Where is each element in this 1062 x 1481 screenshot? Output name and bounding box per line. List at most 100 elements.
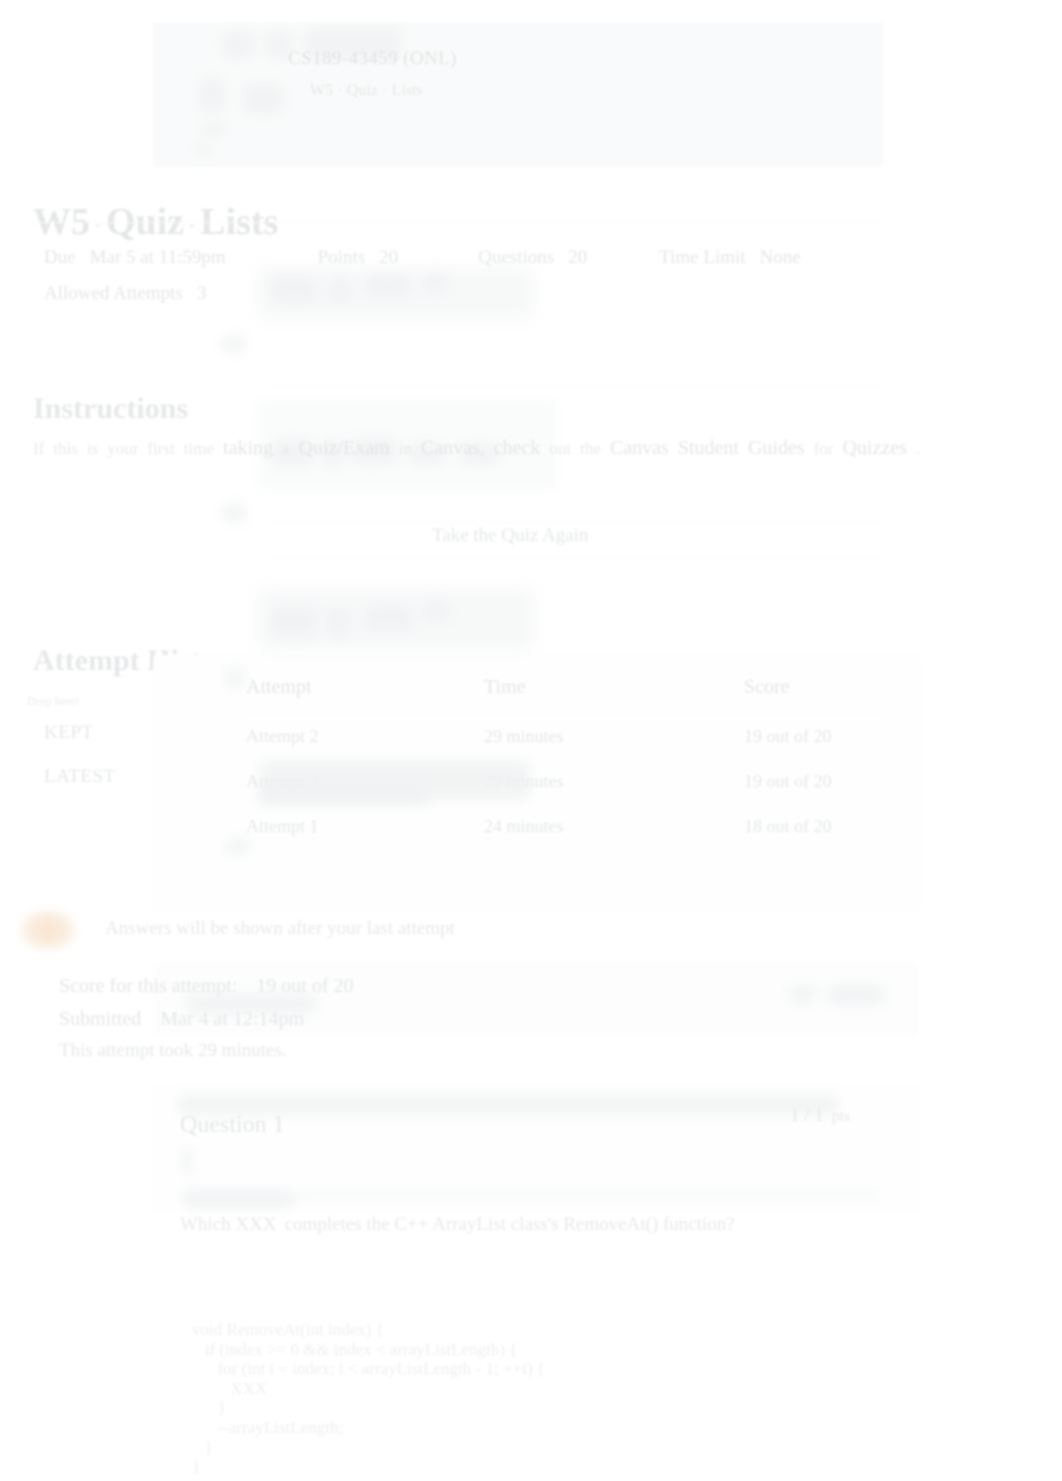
- questions-label: Questions: [478, 247, 555, 268]
- allowed-attempts-label: Allowed Attempts: [44, 283, 183, 304]
- cell-time: 24 minutes: [484, 816, 564, 836]
- instructions-word: your: [107, 439, 139, 458]
- allowed-attempts-meta: Allowed Attempts 3: [44, 283, 206, 305]
- attempt-duration-text: This attempt took 29 minutes.: [59, 1040, 287, 1061]
- questions-value: 20: [568, 247, 588, 268]
- column-header-attempt: Attempt: [246, 676, 312, 698]
- points-label: Points: [317, 247, 366, 268]
- question-code-block: void RemoveAt(int index) { if (index >= …: [192, 1320, 545, 1477]
- instructions-heading: Instructions: [33, 391, 189, 425]
- breadcrumb-part-1: W5: [310, 82, 334, 99]
- instructions-word: the: [580, 439, 601, 458]
- instructions-divider: [268, 385, 881, 386]
- points-meta: Points 20: [318, 247, 399, 269]
- take-quiz-again-button[interactable]: Take the Quiz Again: [432, 525, 588, 547]
- question-points: 1 / 1 pts: [790, 1105, 850, 1127]
- history-smudge-1: [272, 608, 316, 636]
- instructions-word: If: [33, 439, 45, 458]
- breadcrumb-part-2: Quiz: [346, 82, 378, 99]
- instructions-word: check: [493, 437, 541, 459]
- column-header-time: Time: [484, 676, 526, 698]
- instructions-word: is: [86, 439, 99, 458]
- cell-time: 29 minutes: [484, 726, 564, 746]
- instructions-word: out: [549, 439, 572, 458]
- warning-icon: [18, 908, 78, 952]
- breadcrumb-part-3: Lists: [391, 82, 423, 99]
- drop-here-label: Drop here!: [27, 694, 80, 708]
- column-header-score: Score: [744, 676, 790, 698]
- instructions-word[interactable]: Quizzes: [842, 437, 906, 459]
- meta-smudge-2: [330, 278, 350, 302]
- breadcrumb-separator-2: -: [382, 84, 387, 96]
- cell-score: 19 out of 20: [744, 771, 832, 791]
- instructions-word: taking: [223, 437, 274, 459]
- latest-badge: LATEST: [44, 766, 116, 787]
- history-smudge-2: [328, 608, 348, 636]
- quiz-meta-row: Due Mar 5 at 11:59pm Points 20 Questions 20 Ti…: [44, 247, 1004, 269]
- question-status-smudge: [182, 1146, 192, 1176]
- cell-score: 18 out of 20: [744, 816, 832, 836]
- attempt-submitted-label: Submitted: [59, 1008, 142, 1030]
- summary-smudge-2: [790, 985, 816, 1003]
- question-title: Question 1: [180, 1112, 285, 1138]
- cell-attempt[interactable]: Attempt 1: [246, 804, 484, 849]
- cell-attempt[interactable]: Attempt 2: [246, 714, 484, 760]
- nav-smudge-5: [243, 84, 283, 114]
- instructions-word: Canvas,: [420, 437, 485, 459]
- due-value: Mar 5 at 11:59pm: [89, 247, 226, 268]
- nav-smudge-4: [200, 78, 224, 112]
- instructions-word: .: [915, 439, 921, 458]
- attempt-history-header-row: Attempt Time Score: [246, 676, 886, 714]
- instructions-word: a: [282, 439, 290, 458]
- history-smudge-5: [226, 668, 244, 688]
- due-meta: Due Mar 5 at 11:59pm: [44, 247, 226, 269]
- instructions-word[interactable]: Guides: [748, 437, 805, 459]
- nav-smudge-1: [222, 32, 254, 58]
- title-divider: [33, 222, 881, 223]
- history-smudge-3: [366, 606, 412, 630]
- allowed-attempts-value: 3: [196, 283, 207, 304]
- instructions-text: If this is your first time taking a Quiz/Exam in C…: [33, 437, 1043, 460]
- question-prompt: Which XXX completes the C++ ArrayList cla…: [180, 1214, 735, 1236]
- nav-smudge-6: [203, 122, 225, 136]
- instructions-word[interactable]: Canvas: [610, 437, 669, 459]
- row-overlay-smudge-2: [258, 786, 428, 806]
- take-quiz-smudge: [222, 504, 246, 522]
- time-limit-value: None: [759, 247, 801, 268]
- instructions-word: time: [183, 439, 215, 458]
- time-limit-meta: Time Limit None: [659, 247, 801, 269]
- quiz-results-page: CS189-43459 (ONL) W5- Quiz - Lists W5- Quiz -…: [0, 0, 1062, 1481]
- instructions-word: in: [398, 439, 412, 458]
- attempt-history-head: Attempt Time Score: [246, 676, 886, 714]
- question-prompt-part-1: Which XXX: [180, 1214, 277, 1235]
- table-row[interactable]: Attempt 1 24 minutes 18 out of 20: [246, 804, 886, 849]
- meta-smudge-1: [272, 278, 316, 302]
- meta-smudge-3: [366, 276, 410, 296]
- page-title-separator-2: -: [189, 214, 196, 235]
- table-row[interactable]: Attempt 2 29 minutes 19 out of 20: [246, 714, 886, 760]
- question-prompt-part-2: completes the C++ ArrayList class's Remo…: [284, 1214, 735, 1235]
- kept-badge: KEPT: [44, 722, 94, 743]
- instructions-word: first: [147, 439, 175, 458]
- question-points-value: 1 / 1: [790, 1105, 824, 1126]
- breadcrumb-separator-1: -: [338, 84, 342, 96]
- summary-smudge-3: [828, 985, 884, 1005]
- meta-smudge-4: [424, 274, 446, 292]
- breadcrumb-quiz[interactable]: W5- Quiz - Lists: [310, 82, 423, 100]
- due-label: Due: [44, 247, 76, 268]
- instructions-word: this: [53, 439, 78, 458]
- instructions-word[interactable]: Student: [678, 437, 739, 459]
- history-smudge-4: [424, 602, 448, 620]
- breadcrumb-course[interactable]: CS189-43459 (ONL): [288, 48, 457, 70]
- questions-meta: Questions 20: [478, 247, 587, 269]
- instructions-word[interactable]: for: [814, 439, 834, 458]
- cell-score: 19 out of 20: [744, 726, 832, 746]
- points-value: 20: [379, 247, 399, 268]
- question-points-unit: pts: [831, 1108, 851, 1125]
- summary-smudge-1: [186, 994, 316, 1014]
- page-title-separator-1: -: [95, 214, 101, 235]
- question-answer-smudge: [184, 1192, 294, 1208]
- instructions-word: Quiz/Exam: [298, 437, 390, 459]
- nav-smudge-7: [196, 143, 210, 157]
- answers-notice-text: Answers will be shown after your last at…: [105, 918, 455, 939]
